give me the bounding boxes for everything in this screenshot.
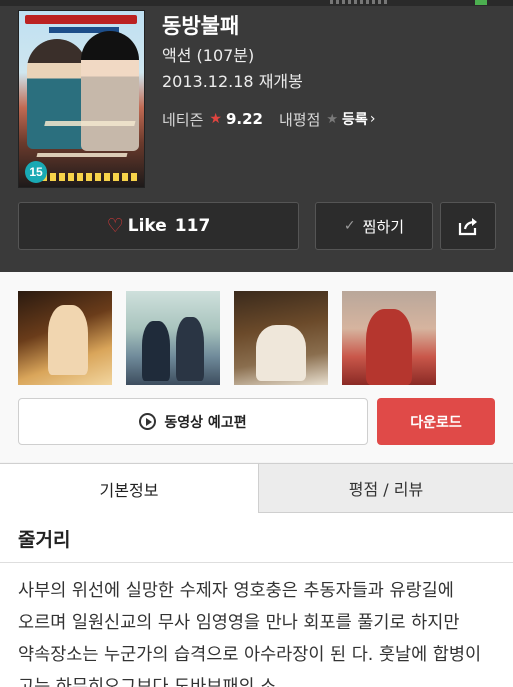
- like-label: Like: [127, 216, 167, 236]
- my-rating-label: 내평점: [278, 110, 321, 129]
- synopsis-section: 줄거리 사부의 위선에 실망한 수제자 영호충은 추동자들과 유랑길에 오르며 …: [0, 513, 513, 687]
- wishlist-button[interactable]: ✓ 찜하기: [315, 202, 433, 250]
- poster-calligraphy: [36, 121, 136, 157]
- movie-poster[interactable]: 15: [18, 10, 145, 188]
- like-count: 117: [174, 216, 211, 236]
- rerelease-date: 2013.12.18 재개봉: [162, 72, 303, 91]
- synopsis-text: 사부의 위선에 실망한 수제자 영호충은 추동자들과 유랑길에 오르며 일원신교…: [18, 581, 482, 687]
- tab-ratings-reviews[interactable]: 평점 / 리뷰: [258, 463, 513, 513]
- netizen-label: 네티즌: [162, 110, 204, 129]
- star-icon: ★: [209, 111, 222, 127]
- poster-tagline: [41, 173, 139, 181]
- play-icon: [139, 413, 157, 430]
- genre-runtime: 액션 (107분): [162, 46, 255, 65]
- heart-icon: ♡: [106, 215, 124, 237]
- rating-row: 네티즌 ★ 9.22 내평점 ★ 등록 ›: [162, 108, 375, 130]
- movie-title: 동방불패: [162, 14, 240, 38]
- empty-star-icon: ★: [326, 111, 339, 127]
- poster-banner: [25, 15, 137, 24]
- still-image-2[interactable]: [126, 291, 220, 385]
- stills-section: 동영상 예고편 다운로드: [0, 272, 513, 462]
- still-image-1[interactable]: [18, 291, 112, 385]
- check-icon: ✓: [343, 218, 356, 234]
- still-image-4[interactable]: [342, 291, 436, 385]
- share-icon: [458, 218, 477, 236]
- still-image-3[interactable]: [234, 291, 328, 385]
- trailer-label: 동영상 예고편: [164, 414, 247, 431]
- trailer-button[interactable]: 동영상 예고편: [18, 398, 368, 445]
- download-label: 다운로드: [410, 414, 462, 431]
- share-button[interactable]: [440, 202, 496, 250]
- netizen-score: 9.22: [225, 110, 263, 128]
- detail-tabs: 기본정보 평점 / 리뷰: [0, 463, 513, 513]
- like-button[interactable]: ♡ Like 117: [18, 202, 299, 250]
- status-bar: [0, 0, 513, 6]
- tab-basic-info[interactable]: 기본정보: [0, 463, 258, 513]
- register-rating-link[interactable]: 등록: [342, 109, 368, 129]
- movie-header: 15 동방불패 액션 (107분) 2013.12.18 재개봉 네티즌 ★ 9…: [0, 0, 513, 272]
- download-button[interactable]: 다운로드: [377, 398, 495, 445]
- synopsis-heading: 줄거리: [18, 529, 71, 551]
- battery-icon: [475, 0, 487, 5]
- age-rating-badge: 15: [25, 161, 47, 183]
- wishlist-label: 찜하기: [362, 217, 405, 236]
- chevron-right-icon[interactable]: ›: [370, 111, 376, 127]
- synopsis-header: 줄거리: [0, 513, 513, 563]
- signal-icon: [330, 0, 390, 4]
